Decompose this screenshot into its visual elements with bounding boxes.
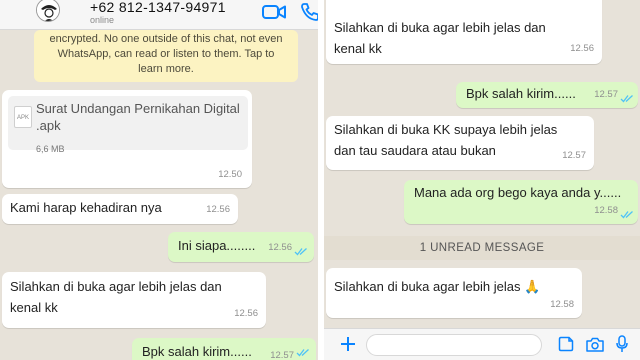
avatar-image (37, 0, 59, 21)
message-time: 12.57 (562, 150, 586, 161)
microphone-icon[interactable] (616, 335, 628, 353)
message-outgoing[interactable]: Bpk salah kirim...... 12.57 (132, 338, 316, 360)
chat-screenshot-right: Silahkan di buka agar lebih jelas dan ke… (324, 0, 640, 360)
unread-messages-divider: 1 UNREAD MESSAGE (324, 236, 640, 260)
plus-icon[interactable] (340, 336, 356, 352)
camera-icon[interactable] (586, 337, 604, 352)
chat-screenshot-left: +62 812-1347-94971 online encrypted. No … (0, 0, 318, 360)
contact-phone[interactable]: +62 812-1347-94971 (90, 0, 226, 15)
message-time: 12.58 (594, 205, 618, 216)
message-text: Silahkan di buka agar lebih jelas 🙏 (334, 279, 541, 294)
message-time: 12.57 (594, 89, 618, 100)
message-outgoing[interactable]: Ini siapa........ 12.56 (168, 232, 314, 262)
message-time: 12.56 (206, 204, 230, 215)
message-incoming[interactable]: Silahkan di buka agar lebih jelas dan ke… (2, 272, 266, 328)
apk-file-icon: APK (14, 106, 32, 128)
message-time: 12.58 (550, 299, 574, 310)
message-file[interactable]: APK Surat Undangan Pernikahan Digital .a… (2, 90, 252, 188)
message-incoming[interactable]: Kami harap kehadiran nya 12.56 (2, 194, 238, 224)
message-text-line: kenal kk (334, 41, 382, 56)
message-text: Ini siapa........ (178, 238, 256, 253)
message-time: 12.50 (218, 169, 242, 180)
phone-call-icon[interactable] (300, 2, 318, 22)
message-text-line: kenal kk (10, 300, 58, 315)
message-composer-bar (324, 328, 640, 360)
message-text: Kami harap kehadiran nya (10, 200, 162, 215)
file-attachment[interactable]: APK Surat Undangan Pernikahan Digital .a… (8, 96, 248, 154)
message-text: Bpk salah kirim...... (142, 344, 252, 359)
message-time: 12.56 (268, 242, 292, 253)
encryption-notice[interactable]: encrypted. No one outside of this chat, … (34, 30, 298, 82)
message-text: Bpk salah kirim...... (466, 86, 576, 101)
message-text-line: Silahkan di buka agar lebih jelas dan (334, 20, 546, 35)
message-outgoing[interactable]: Bpk salah kirim...... 12.57 (456, 82, 638, 108)
double-check-icon (620, 211, 633, 219)
file-name: Surat Undangan Pernikahan Digital .apk (36, 101, 240, 133)
contact-avatar[interactable] (36, 0, 60, 22)
message-text: Mana ada org bego kaya anda y...... (414, 185, 622, 200)
message-time: 12.56 (570, 43, 594, 54)
chat-header: +62 812-1347-94971 online (0, 0, 318, 30)
message-time: 12.56 (234, 308, 258, 319)
sticker-icon[interactable] (558, 336, 574, 352)
message-incoming[interactable]: Silahkan di buka agar lebih jelas dan ke… (326, 0, 602, 64)
file-size: 6,6 MB (36, 144, 65, 154)
double-check-icon (294, 248, 307, 256)
message-text-line: dan tau saudara atau bukan (334, 143, 496, 158)
message-time: 12.57 (270, 350, 294, 360)
message-outgoing[interactable]: Mana ada org bego kaya anda y...... 12.5… (404, 180, 638, 224)
message-text-line: Silahkan di buka agar lebih jelas dan (10, 279, 222, 294)
double-check-icon (296, 349, 309, 357)
double-check-icon (620, 95, 633, 103)
message-incoming[interactable]: Silahkan di buka KK supaya lebih jelas d… (326, 116, 594, 170)
message-incoming[interactable]: Silahkan di buka agar lebih jelas 🙏 12.5… (326, 268, 582, 318)
video-call-icon[interactable] (262, 3, 286, 21)
message-text-line: Silahkan di buka KK supaya lebih jelas (334, 122, 558, 137)
message-input[interactable] (366, 334, 542, 356)
contact-status: online (90, 15, 115, 25)
